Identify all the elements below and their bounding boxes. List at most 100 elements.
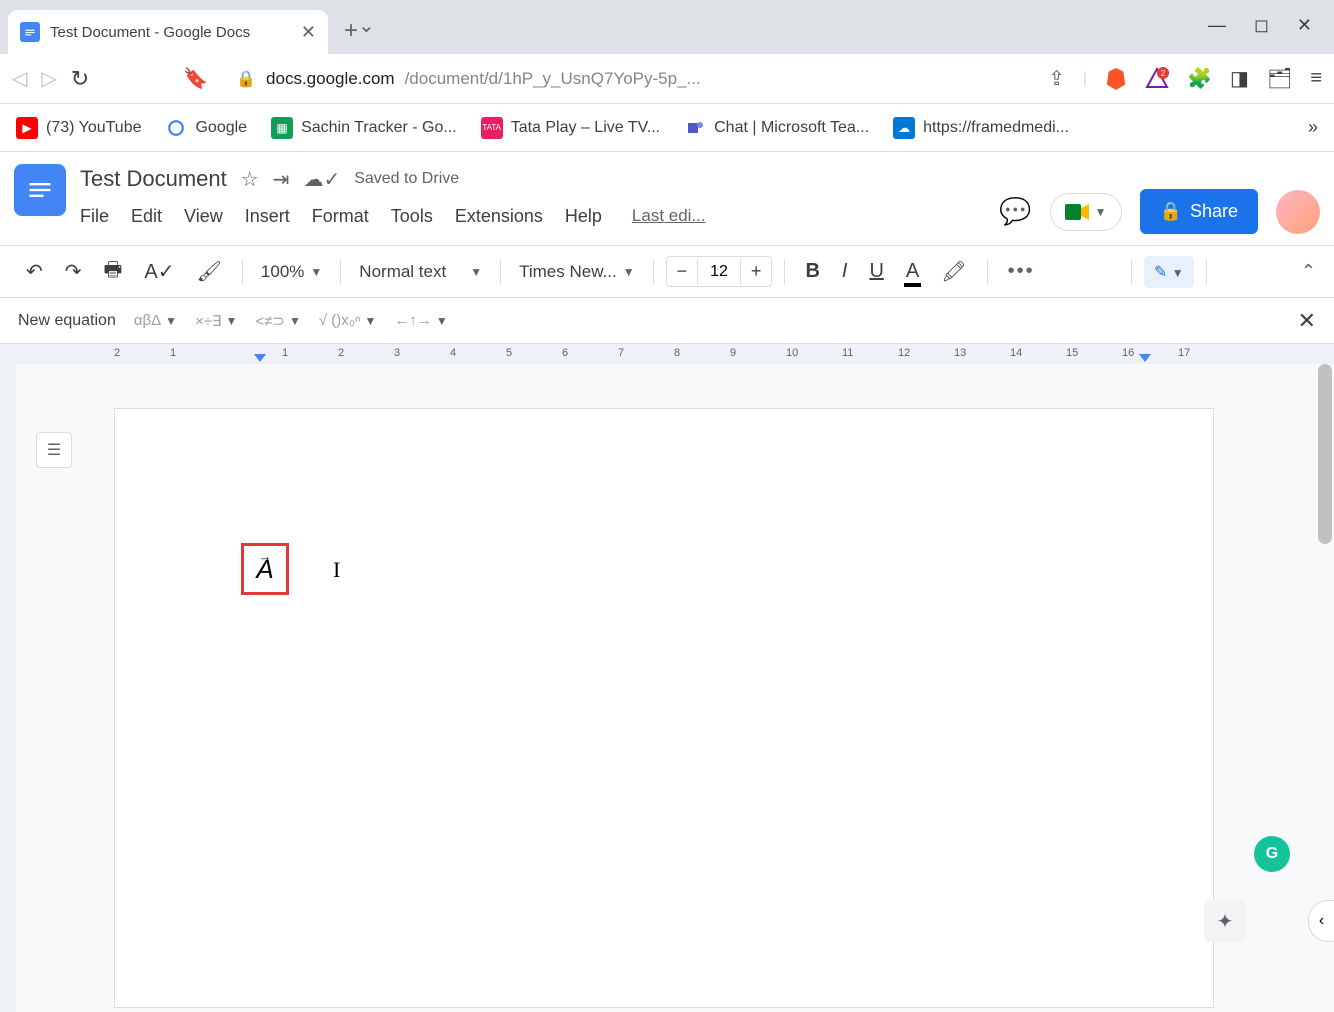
vertical-scrollbar[interactable] bbox=[1318, 364, 1332, 544]
editing-mode-button[interactable]: ✎ ▼ bbox=[1144, 256, 1194, 288]
arrows-dropdown[interactable]: ←↑→ ▼ bbox=[394, 312, 447, 329]
ruler-mark: 10 bbox=[786, 347, 798, 359]
separator bbox=[242, 260, 243, 284]
share-button[interactable]: 🔒 Share bbox=[1140, 189, 1258, 234]
collapse-toolbar-button[interactable]: ⌃ bbox=[1301, 261, 1316, 282]
zoom-dropdown[interactable]: 100%▼ bbox=[255, 262, 328, 282]
ruler-mark: 13 bbox=[954, 347, 966, 359]
spellcheck-button[interactable]: A✓ bbox=[136, 253, 182, 290]
decrease-font-button[interactable]: − bbox=[667, 257, 698, 286]
bookmark-teams[interactable]: Chat | Microsoft Tea... bbox=[684, 117, 869, 139]
math-operations-dropdown[interactable]: √ ()x₀ⁿ ▼ bbox=[319, 312, 376, 329]
new-equation-button[interactable]: New equation bbox=[18, 312, 116, 330]
menu-file[interactable]: File bbox=[80, 206, 109, 227]
svg-text:2: 2 bbox=[1161, 69, 1166, 78]
menu-view[interactable]: View bbox=[184, 206, 223, 227]
print-button[interactable]: 🖶 bbox=[96, 249, 131, 295]
forward-button[interactable]: ▷ bbox=[41, 66, 56, 91]
explore-button[interactable]: ✦ bbox=[1204, 900, 1246, 942]
ruler-mark: 9 bbox=[730, 347, 736, 359]
bookmark-framedmedia[interactable]: ☁https://framedmedi... bbox=[893, 117, 1069, 139]
move-icon[interactable]: ⇥ bbox=[273, 167, 290, 192]
grammarly-icon[interactable]: G bbox=[1254, 836, 1290, 872]
more-tools-button[interactable]: ••• bbox=[1000, 254, 1043, 289]
paragraph-style-dropdown[interactable]: Normal text▼ bbox=[353, 262, 488, 282]
onedrive-icon: ☁ bbox=[893, 117, 915, 139]
url-field[interactable]: 🔒 docs.google.com/document/d/1hP_y_UsnQ7… bbox=[222, 69, 822, 89]
menu-tools[interactable]: Tools bbox=[391, 206, 433, 227]
comments-icon[interactable]: 💬 bbox=[999, 196, 1031, 227]
ruler-mark: 17 bbox=[1178, 347, 1190, 359]
ruler-mark: 5 bbox=[506, 347, 512, 359]
wallet-icon[interactable]: 🗂 bbox=[1267, 66, 1292, 91]
close-window-button[interactable]: ✕ bbox=[1297, 15, 1312, 36]
meet-button[interactable]: ▼ bbox=[1050, 193, 1122, 231]
menu-format[interactable]: Format bbox=[312, 206, 369, 227]
separator: | bbox=[1083, 70, 1087, 88]
text-color-button[interactable]: A bbox=[898, 254, 927, 289]
share-label: Share bbox=[1190, 201, 1238, 222]
ruler-mark: 1 bbox=[282, 347, 288, 359]
greek-letters-dropdown[interactable]: αβΔ ▼ bbox=[134, 312, 177, 329]
underline-button[interactable]: U bbox=[861, 254, 891, 289]
font-dropdown[interactable]: Times New...▼ bbox=[513, 262, 641, 282]
sidepanel-icon[interactable]: ◨ bbox=[1230, 66, 1249, 91]
bookmark-page-icon[interactable]: 🔖 bbox=[183, 66, 208, 91]
bookmark-sheets[interactable]: ▦Sachin Tracker - Go... bbox=[271, 117, 457, 139]
minimize-button[interactable]: — bbox=[1208, 15, 1226, 36]
horizontal-ruler[interactable]: 211234567891011121314151617 bbox=[0, 344, 1334, 364]
side-panel-toggle[interactable]: ‹ bbox=[1308, 900, 1334, 942]
cloud-saved-icon[interactable]: ☁✓ bbox=[303, 167, 340, 192]
reload-button[interactable]: ↻ bbox=[71, 66, 89, 92]
extensions-icon[interactable]: 🧩 bbox=[1187, 66, 1212, 91]
italic-button[interactable]: I bbox=[834, 254, 856, 289]
bookmark-tataplay[interactable]: TATATata Play – Live TV... bbox=[481, 117, 660, 139]
text-caret-icon: I bbox=[333, 557, 340, 583]
tab-close-icon[interactable]: ✕ bbox=[301, 22, 316, 43]
document-title[interactable]: Test Document bbox=[80, 166, 227, 192]
show-outline-button[interactable]: ☰ bbox=[36, 432, 72, 468]
brave-shields-icon[interactable] bbox=[1105, 66, 1127, 92]
relations-dropdown[interactable]: <≠⊃ ▼ bbox=[255, 312, 300, 330]
new-tab-button[interactable]: + bbox=[344, 17, 358, 45]
increase-font-button[interactable]: + bbox=[741, 257, 772, 286]
share-url-icon[interactable]: ⇪ bbox=[1048, 66, 1065, 91]
chevron-down-icon: ▼ bbox=[1095, 205, 1107, 219]
tab-search-icon[interactable]: ⌄ bbox=[358, 13, 375, 38]
paint-format-button[interactable]: 🖌 bbox=[189, 253, 230, 290]
separator bbox=[987, 260, 988, 284]
meet-icon bbox=[1065, 202, 1089, 222]
docs-home-icon[interactable] bbox=[14, 164, 66, 216]
menu-extensions[interactable]: Extensions bbox=[455, 206, 543, 227]
menu-help[interactable]: Help bbox=[565, 206, 602, 227]
undo-button[interactable]: ↶ bbox=[18, 253, 51, 290]
bookmarks-bar: ▶(73) YouTube Google ▦Sachin Tracker - G… bbox=[0, 104, 1334, 152]
format-toolbar: ↶ ↷ 🖶 A✓ 🖌 100%▼ Normal text▼ Times New.… bbox=[0, 246, 1334, 298]
menu-edit[interactable]: Edit bbox=[131, 206, 162, 227]
account-avatar[interactable] bbox=[1276, 190, 1320, 234]
highlight-button[interactable]: 🖍 bbox=[933, 253, 974, 290]
separator bbox=[1131, 260, 1132, 284]
star-icon[interactable]: ☆ bbox=[241, 167, 259, 192]
separator bbox=[500, 260, 501, 284]
misc-operations-dropdown[interactable]: ×÷∃ ▼ bbox=[195, 312, 237, 330]
brave-rewards-icon[interactable]: 2 bbox=[1145, 67, 1169, 91]
vertical-ruler[interactable] bbox=[0, 364, 16, 1012]
address-bar: ◁ ▷ ↻ 🔖 🔒 docs.google.com/document/d/1hP… bbox=[0, 54, 1334, 104]
close-equation-bar-icon[interactable]: ✕ bbox=[1298, 308, 1316, 334]
bold-button[interactable]: B bbox=[797, 254, 827, 289]
equation-object[interactable]: → A bbox=[241, 543, 289, 595]
browser-tab[interactable]: Test Document - Google Docs ✕ bbox=[8, 10, 328, 54]
page[interactable]: → A I bbox=[114, 408, 1214, 1008]
redo-button[interactable]: ↷ bbox=[57, 253, 90, 290]
bookmark-youtube[interactable]: ▶(73) YouTube bbox=[16, 117, 141, 139]
back-button[interactable]: ◁ bbox=[12, 66, 27, 91]
maximize-button[interactable]: ◻ bbox=[1254, 15, 1269, 36]
font-size-input[interactable]: 12 bbox=[697, 259, 741, 285]
bookmarks-overflow-icon[interactable]: » bbox=[1308, 117, 1318, 138]
tab-title: Test Document - Google Docs bbox=[50, 24, 291, 41]
browser-menu-icon[interactable]: ≡ bbox=[1310, 67, 1322, 90]
last-edit-link[interactable]: Last edi... bbox=[632, 206, 706, 227]
menu-insert[interactable]: Insert bbox=[245, 206, 290, 227]
bookmark-google[interactable]: Google bbox=[165, 117, 247, 139]
